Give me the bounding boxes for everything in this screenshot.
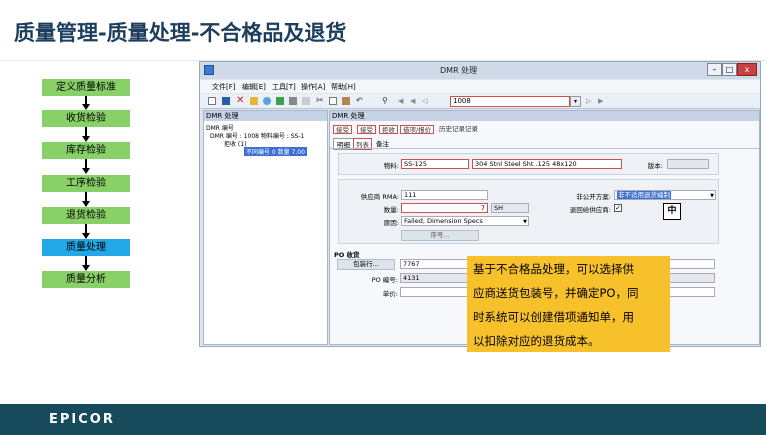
unit-price-label: 单价: [382,290,398,298]
tree-panel-header: DMR 处理 [204,111,327,121]
flow-arrowhead [82,168,90,174]
quantity-label: 数量: [383,206,399,214]
nonconformance-value: 非不适用退货编制 [617,191,671,199]
reason-select-value: Failed, Dimension Specs [404,217,483,225]
chevron-down-icon: ▼ [523,219,527,225]
new-icon[interactable] [208,97,216,105]
print-icon[interactable] [289,97,297,105]
explanation-callout: 基于不合格品处理，可以选择供 应商送货包装号，并确定PO，同 时系统可以创建借项… [467,256,670,352]
revision-field[interactable] [667,159,709,169]
menu-tools[interactable]: 工具[T] [272,82,296,92]
reason-select[interactable]: Failed, Dimension Specs ▼ [401,216,529,226]
maximize-button[interactable]: □ [722,63,737,76]
epicor-logo: EPICOR [49,412,115,427]
menu-file[interactable]: 文件[F] [212,82,236,92]
tree-node-selected[interactable]: 不同编号 0 数量 7.00 [244,147,307,156]
callout-line-2: 应商送货包装号，并确定PO，同 [473,286,639,300]
window-titlebar: DMR 处理 – □ x [200,62,760,79]
quantity-field[interactable]: 7 [401,203,488,213]
part-section: 物料: SS-125 304 Stnl Steel Sht .125 48x12… [338,153,719,175]
copy-icon[interactable] [329,97,337,105]
po-number-label: PO 编号: [371,276,398,284]
po-section-title: PO 收货 [334,251,360,259]
tree-panel: DMR 处理 DMR 编号 DMR 编号 : 1008 物料编号 : SS-1 … [203,110,328,345]
packslip-button[interactable]: 包装行... [337,259,395,270]
flow-step-return-inspection: 退货检验 [42,207,130,224]
flow-arrow [85,224,87,233]
record-search-input[interactable]: 1008 [450,96,570,107]
callout-line-3: 时系统可以创建借项通知单，用 [473,310,634,324]
tab-memo[interactable]: 备注 [376,138,389,148]
revision-label: 版本: [647,162,663,170]
record-search-dropdown[interactable]: ▾ [570,96,581,107]
delete-icon[interactable]: ✕ [236,96,244,106]
debit-quote-button[interactable]: 借项/报价 [400,125,435,134]
flow-arrow [85,256,87,265]
vendor-section: 供应商 RMA: 111 数量: 7 SH 原因: Failed, Dimens… [338,179,719,244]
flow-step-define-standards: 定义质量标准 [42,79,130,96]
detail-panel-header: DMR 处理 [330,111,759,121]
menu-bar: 文件[F] 编辑[E] 工具[T] 操作[A] 帮助[H] [200,80,760,93]
binoculars-icon[interactable]: ⚲ [382,97,390,105]
accept2-button[interactable]: 接受 [357,125,376,134]
callout-line-4: 以扣除对应的退货成本。 [473,334,600,348]
nonconformance-label: 非公开方案: [576,193,611,201]
save-icon[interactable] [222,97,230,105]
return-to-vendor-checkbox[interactable]: ✓ [614,204,622,212]
close-button[interactable]: x [737,63,757,76]
footer-bar [0,404,766,435]
window-title: DMR 处理 [440,66,478,75]
paste-icon[interactable] [342,97,350,105]
ime-indicator: 中 [663,203,681,220]
menu-help[interactable]: 帮助[H] [331,82,356,92]
menu-actions[interactable]: 操作[A] [301,82,325,92]
return-to-vendor-label: 退回给供应商: [569,206,611,214]
cut-icon[interactable]: ✂ [316,97,324,106]
accept-button[interactable]: 接受 [333,125,352,134]
vendor-rma-label: 供应商 RMA: [360,193,399,201]
vendor-rma-field[interactable]: 111 [401,190,488,200]
flow-arrow [85,159,87,168]
flow-step-quality-analysis: 质量分析 [42,271,130,288]
app-icon [204,65,214,75]
flow-arrow [85,96,87,104]
reason-label: 原因: [383,219,399,227]
reject-button[interactable]: 拒收 [379,125,398,134]
open-folder-icon[interactable] [250,97,258,105]
attach-icon[interactable] [263,97,271,105]
tab-divider [330,148,759,149]
flow-step-operation-inspection: 工序检验 [42,175,130,192]
nonconformance-select[interactable]: 非不适用退货编制 ▼ [614,190,716,200]
slide-title: 质量管理-质量处理-不合格品及退货 [14,21,347,45]
flow-step-receiving-inspection: 收货检验 [42,110,130,127]
toolbar: ✕ ✂ ↶ ⚲ ◀ ◀ ◁ 1008 ▾ ▷ ▶ [200,94,760,109]
first-record-icon[interactable]: ◀ [398,97,406,105]
callout-line-1: 基于不合格品处理，可以选择供 [473,262,634,276]
serial-numbers-button[interactable]: 序号... [401,230,479,241]
edit-icon[interactable] [302,97,310,105]
part-label: 物料: [383,162,399,170]
previous-icon[interactable]: ◁ [422,97,430,105]
flow-step-quality-processing: 质量处理 [42,239,130,256]
chevron-down-icon: ▼ [710,193,714,199]
flow-arrow [85,127,87,136]
last-record-icon[interactable]: ▶ [598,97,606,105]
flow-arrow [85,192,87,201]
part-description-field[interactable]: 304 Stnl Steel Sht .125 48x120 [472,159,622,169]
previous-record-icon[interactable]: ◀ [410,97,418,105]
uom-field[interactable]: SH [491,203,529,213]
minimize-button[interactable]: – [707,63,722,76]
menu-edit[interactable]: 编辑[E] [242,82,266,92]
history-button[interactable]: 历史记录记录 [437,125,480,134]
undo-icon[interactable]: ↶ [356,97,364,105]
part-field[interactable]: SS-125 [401,159,469,169]
refresh-icon[interactable] [276,97,284,105]
next-icon[interactable]: ▷ [586,97,594,105]
flow-step-inventory-inspection: 库存检验 [42,142,130,159]
